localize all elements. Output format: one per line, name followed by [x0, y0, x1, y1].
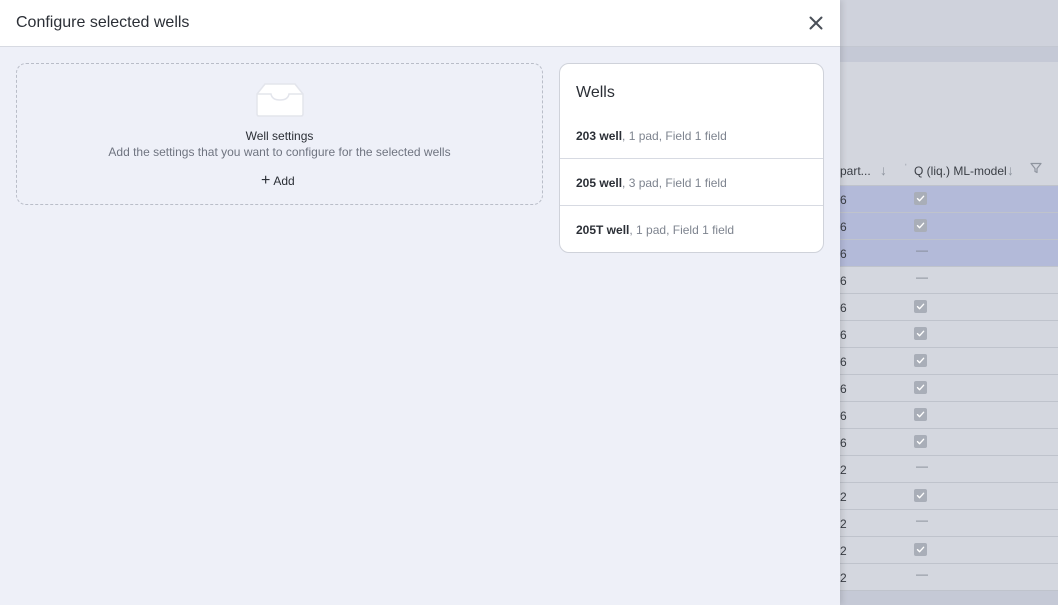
well-list-item: 203 well, 1 pad, Field 1 field: [560, 112, 823, 159]
add-setting-button[interactable]: + Add: [261, 172, 295, 190]
table-cell-part: 6: [840, 409, 847, 423]
well-list-item: 205 well, 3 pad, Field 1 field: [560, 159, 823, 206]
empty-value-dash: —: [914, 567, 928, 583]
table-cell-part: 2: [840, 544, 847, 558]
table-row[interactable]: 6: [840, 213, 1058, 240]
table-row[interactable]: 6: [840, 375, 1058, 402]
checkbox-checked-icon: [914, 489, 927, 502]
table-row[interactable]: 2: [840, 537, 1058, 564]
table-row[interactable]: 6: [840, 294, 1058, 321]
empty-value-dash: —: [914, 459, 928, 475]
table-cell-part: 6: [840, 382, 847, 396]
column-resize-handle[interactable]: ˈ: [904, 163, 908, 175]
table-cell-part: 2: [840, 490, 847, 504]
checkbox-checked-icon: [914, 381, 927, 394]
table-cell-part: 6: [840, 274, 847, 288]
well-name: 205T well: [576, 223, 630, 237]
sort-arrow-down-icon[interactable]: ↓: [1007, 162, 1014, 178]
sort-arrow-down-icon[interactable]: ↓: [880, 162, 887, 178]
table-row[interactable]: 6: [840, 321, 1058, 348]
empty-value-dash: —: [914, 243, 928, 259]
table-body: 6 6 6—6—6 6 6 6 6 6 2—2 2—2 2—: [840, 186, 1058, 591]
table-row[interactable]: 2: [840, 483, 1058, 510]
table-row[interactable]: 6—: [840, 267, 1058, 294]
table-row[interactable]: 6—: [840, 240, 1058, 267]
checkbox-checked-icon: [914, 300, 927, 313]
table-row[interactable]: 2—: [840, 456, 1058, 483]
table-row[interactable]: 6: [840, 186, 1058, 213]
close-button[interactable]: [805, 12, 827, 34]
table-row[interactable]: 2—: [840, 510, 1058, 537]
table-cell-part: 6: [840, 220, 847, 234]
table-header: part... ↓ ˈ Q (liq.) ML-model ↓: [840, 157, 1058, 186]
table-cell-part: 6: [840, 193, 847, 207]
well-details: , 1 pad, Field 1 field: [629, 223, 735, 237]
table-cell-part: 2: [840, 517, 847, 531]
wells-card: Wells 203 well, 1 pad, Field 1 field 205…: [559, 63, 824, 253]
checkbox-checked-icon: [914, 435, 927, 448]
dash-text: —: [916, 513, 928, 527]
panel-header: Configure selected wells: [0, 0, 840, 47]
well-name: 203 well: [576, 129, 623, 143]
panel-title: Configure selected wells: [16, 14, 190, 31]
well-details: , 1 pad, Field 1 field: [622, 129, 727, 143]
checkbox-checked-icon: [914, 327, 927, 340]
plus-icon: +: [261, 172, 271, 189]
table-cell-part: 6: [840, 247, 847, 261]
inbox-tray-icon: [256, 83, 304, 117]
checkbox-checked-icon: [914, 192, 927, 205]
dash-text: —: [916, 459, 928, 473]
wells-title: Wells: [576, 84, 615, 101]
table-cell-part: 2: [840, 463, 847, 477]
close-icon: [809, 16, 823, 30]
well-details: , 3 pad, Field 1 field: [622, 176, 727, 190]
well-list-item: 205T well, 1 pad, Field 1 field: [560, 206, 823, 252]
table-cell-part: 6: [840, 301, 847, 315]
well-settings-title: Well settings: [245, 129, 314, 143]
table-cell-part: 6: [840, 328, 847, 342]
background-footer-strip: [840, 591, 1058, 605]
well-name: 205 well: [576, 176, 623, 190]
dash-text: —: [916, 567, 928, 581]
dash-text: —: [916, 243, 928, 257]
checkbox-checked-icon: [914, 408, 927, 421]
checkbox-checked-icon: [914, 543, 927, 556]
table-row[interactable]: 2—: [840, 564, 1058, 591]
well-settings-dropzone: Well settings Add the settings that you …: [16, 63, 543, 205]
well-settings-description: Add the settings that you want to config…: [108, 145, 451, 159]
table-cell-part: 6: [840, 355, 847, 369]
table-row[interactable]: 6: [840, 402, 1058, 429]
table-cell-part: 6: [840, 436, 847, 450]
checkbox-checked-icon: [914, 354, 927, 367]
table-cell-part: 2: [840, 571, 847, 585]
filter-icon[interactable]: [1030, 162, 1042, 177]
column-header-q-liq-ml-model[interactable]: Q (liq.) ML-model: [914, 164, 1007, 178]
table-row[interactable]: 6: [840, 348, 1058, 375]
checkbox-checked-icon: [914, 219, 927, 232]
dash-text: —: [916, 270, 928, 284]
table-row[interactable]: 6: [840, 429, 1058, 456]
column-header-part[interactable]: part...: [840, 164, 871, 178]
empty-value-dash: —: [914, 513, 928, 529]
configure-wells-panel: Configure selected wells Well settings A…: [0, 0, 840, 605]
empty-value-dash: —: [914, 270, 928, 286]
add-label: Add: [273, 174, 295, 188]
